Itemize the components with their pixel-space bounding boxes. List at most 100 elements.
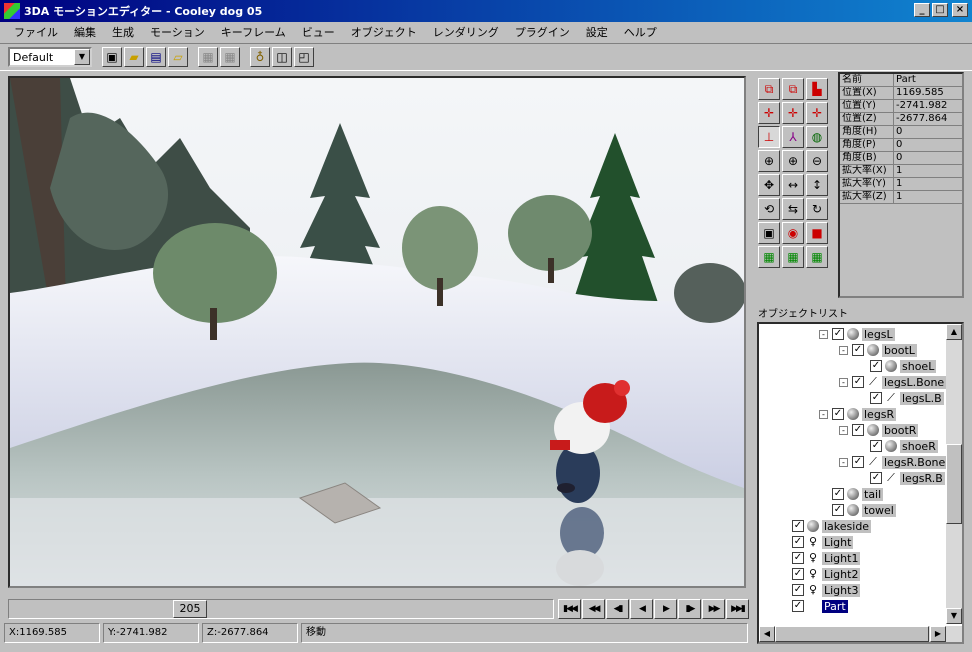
tool-mirror-z[interactable]: ✛ (806, 102, 828, 124)
tool-rotate-h[interactable]: ⇆ (782, 198, 804, 220)
tree-item[interactable]: ✓ ♀ Light1 (779, 550, 861, 566)
menu-settings[interactable]: 設定 (578, 24, 616, 40)
object-list[interactable]: - ✓ legsL - ✓ bootL ✓ shoeL - ✓ ⟋ legsL.Bone ✓ ⟋ legsL… (757, 322, 964, 644)
menu-help[interactable]: ヘルプ (616, 24, 665, 40)
camera-button[interactable]: ◫ (272, 47, 292, 67)
vertical-scrollbar[interactable]: ▲ ▼ (946, 324, 962, 624)
menu-object[interactable]: オブジェクト (343, 24, 425, 40)
tool-rotate-p[interactable]: ↻ (806, 198, 828, 220)
tool-zoom-in[interactable]: ⊕ (782, 150, 804, 172)
tree-item[interactable]: ✓ shoeR (857, 438, 938, 454)
cube-button[interactable]: ◰ (294, 47, 314, 67)
rewind-button[interactable]: ◀◀ (582, 599, 605, 619)
menu-file[interactable]: ファイル (6, 24, 66, 40)
tool-layout-3[interactable]: ▦ (806, 246, 828, 268)
collapse-toggle[interactable]: - (839, 425, 848, 435)
tool-move-horizontal[interactable]: ↔ (782, 174, 804, 196)
tree-item[interactable]: ✓ tail (819, 486, 884, 502)
hscroll-thumb[interactable] (775, 626, 929, 642)
tree-item[interactable]: - ✓ bootL (839, 342, 917, 358)
prev-frame-button[interactable]: ◀ (630, 599, 653, 619)
visibility-checkbox[interactable]: ✓ (792, 552, 804, 564)
menu-view[interactable]: ビュー (294, 24, 343, 40)
tool-graph[interactable]: ▙ (806, 78, 828, 100)
menu-plugin[interactable]: プラグイン (507, 24, 578, 40)
tool-layout-2[interactable]: ▦ (782, 246, 804, 268)
timeline-slider[interactable]: 205 (8, 599, 554, 619)
fast-forward-button[interactable]: ▶▶ (702, 599, 725, 619)
tool-axis[interactable]: ⅄ (782, 126, 804, 148)
tool-solid[interactable]: ■ (806, 222, 828, 244)
visibility-checkbox[interactable]: ✓ (792, 520, 804, 532)
scroll-thumb[interactable] (946, 444, 962, 524)
visibility-checkbox[interactable]: ✓ (852, 456, 864, 468)
visibility-checkbox[interactable]: ✓ (792, 584, 804, 596)
visibility-checkbox[interactable]: ✓ (792, 600, 804, 612)
tool-select[interactable]: ⧉ (758, 78, 780, 100)
visibility-checkbox[interactable]: ✓ (852, 376, 864, 388)
next-frame-button[interactable]: ▶ (654, 599, 677, 619)
property-row[interactable]: 角度(H) 0 (840, 126, 962, 139)
visibility-checkbox[interactable]: ✓ (792, 568, 804, 580)
property-row[interactable]: 拡大率(Z) 1 (840, 191, 962, 204)
collapse-toggle[interactable]: - (839, 457, 848, 467)
property-row[interactable]: 角度(P) 0 (840, 139, 962, 152)
visibility-checkbox[interactable]: ✓ (832, 504, 844, 516)
tree-item[interactable]: - ✓ legsR (819, 406, 897, 422)
tree-item[interactable]: - ✓ bootR (839, 422, 919, 438)
collapse-toggle[interactable]: - (839, 345, 848, 355)
menu-create[interactable]: 生成 (104, 24, 142, 40)
visibility-checkbox[interactable]: ✓ (832, 488, 844, 500)
new-button[interactable]: ▣ (102, 47, 122, 67)
tool-zoom-fit[interactable]: ⊕ (758, 150, 780, 172)
property-row[interactable]: 位置(Z) -2677.864 (840, 113, 962, 126)
scroll-left-button[interactable]: ◀ (759, 626, 775, 642)
tree-item[interactable]: ✓ Part (779, 598, 848, 614)
tool-move-vertical[interactable]: ↕ (806, 174, 828, 196)
open-button[interactable]: ▰ (124, 47, 144, 67)
tool-mirror-x[interactable]: ✛ (758, 102, 780, 124)
close-button[interactable]: × (952, 3, 968, 17)
chevron-down-icon[interactable]: ▼ (74, 49, 90, 65)
menu-keyframe[interactable]: キーフレーム (213, 24, 294, 40)
tree-item[interactable]: - ✓ legsL (819, 326, 895, 342)
tool-axis-view[interactable]: ⊥ (758, 126, 780, 148)
next-key-button[interactable]: ▮▶ (678, 599, 701, 619)
scroll-right-button[interactable]: ▶ (930, 626, 946, 642)
menu-edit[interactable]: 編集 (66, 24, 104, 40)
tool-layout-1[interactable]: ▦ (758, 246, 780, 268)
visibility-checkbox[interactable]: ✓ (870, 472, 882, 484)
collapse-toggle[interactable]: - (819, 329, 828, 339)
menu-motion[interactable]: モーション (142, 24, 213, 40)
tree-item[interactable]: ✓ ♀ Light2 (779, 566, 861, 582)
tool-world[interactable]: ◍ (806, 126, 828, 148)
copy-button[interactable]: ▦ (220, 47, 240, 67)
scroll-up-button[interactable]: ▲ (946, 324, 962, 340)
horizontal-scrollbar[interactable]: ◀ ▶ (759, 626, 962, 642)
view-select[interactable]: Default ▼ (8, 47, 92, 67)
tree-item[interactable]: ✓ ♀ Light3 (779, 582, 861, 598)
save-button[interactable]: ▤ (146, 47, 166, 67)
save-as-button[interactable]: ▱ (168, 47, 188, 67)
frame-thumb[interactable]: 205 (173, 600, 207, 618)
maximize-button[interactable]: □ (932, 3, 948, 17)
prev-key-button[interactable]: ◀▮ (606, 599, 629, 619)
visibility-checkbox[interactable]: ✓ (792, 536, 804, 548)
tree-item[interactable]: - ✓ ⟋ legsL.Bone (839, 374, 947, 390)
tree-item[interactable]: ✓ shoeL (857, 358, 937, 374)
visibility-checkbox[interactable]: ✓ (852, 424, 864, 436)
property-row[interactable]: 位置(Y) -2741.982 (840, 100, 962, 113)
tool-mirror-y[interactable]: ✛ (782, 102, 804, 124)
tool-move[interactable]: ✥ (758, 174, 780, 196)
visibility-checkbox[interactable]: ✓ (832, 408, 844, 420)
visibility-checkbox[interactable]: ✓ (852, 344, 864, 356)
visibility-checkbox[interactable]: ✓ (870, 440, 882, 452)
last-frame-button[interactable]: ▶▶▮ (726, 599, 749, 619)
light-button[interactable]: ♁ (250, 47, 270, 67)
collapse-toggle[interactable]: - (819, 409, 828, 419)
property-row[interactable]: 位置(X) 1169.585 (840, 87, 962, 100)
tool-frame[interactable]: ▣ (758, 222, 780, 244)
tree-item[interactable]: - ✓ ⟋ legsR.Bone (839, 454, 948, 470)
property-row[interactable]: 角度(B) 0 (840, 152, 962, 165)
tree-item[interactable]: ✓ ♀ Light (779, 534, 854, 550)
